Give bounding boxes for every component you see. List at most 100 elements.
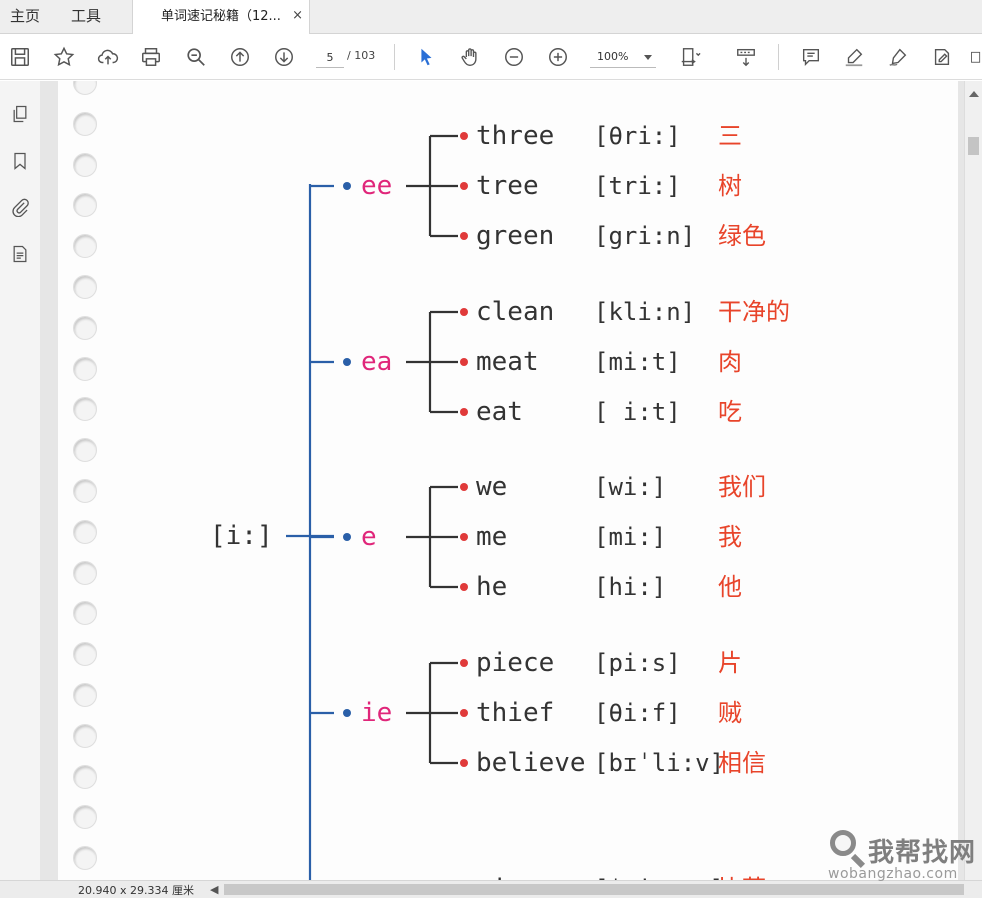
word-dot bbox=[460, 232, 468, 240]
pattern-dot bbox=[343, 182, 351, 190]
page-dimensions: 20.940 x 29.334 厘米 bbox=[78, 884, 194, 897]
phonetic-transcription: [tri:] bbox=[594, 172, 681, 200]
select-cursor-icon[interactable] bbox=[412, 43, 440, 71]
pattern-label: ie bbox=[361, 698, 393, 728]
zoom-in-icon[interactable] bbox=[544, 43, 572, 71]
zoom-out-search-icon[interactable] bbox=[182, 43, 210, 71]
word-meaning: 他 bbox=[718, 573, 742, 601]
vocabulary-word: piece bbox=[476, 648, 555, 678]
page-total: / 103 bbox=[347, 49, 376, 62]
tab-tools[interactable]: 工具 bbox=[71, 0, 101, 33]
pattern-label: ea bbox=[361, 347, 393, 377]
toolbar-divider bbox=[394, 44, 395, 70]
phonetic-transcription: [gri:n] bbox=[594, 222, 696, 250]
page-number-input[interactable] bbox=[316, 47, 344, 68]
phonetic-transcription: [kli:n] bbox=[594, 298, 696, 326]
phonetic-transcription: [mi:] bbox=[594, 523, 667, 551]
close-tab-icon[interactable]: × bbox=[292, 0, 303, 32]
tab-document-label: 单词速记秘籍（12... bbox=[161, 9, 281, 24]
word-dot bbox=[460, 583, 468, 591]
phonetic-transcription: [θi:f] bbox=[594, 699, 681, 727]
page-fit-icon[interactable] bbox=[676, 43, 704, 71]
scroll-mode-icon[interactable] bbox=[732, 43, 760, 71]
vocabulary-word: three bbox=[476, 121, 555, 151]
vocabulary-word: believe bbox=[476, 748, 586, 778]
scrollbar-thumb[interactable] bbox=[968, 137, 979, 155]
stamp-edit-icon[interactable] bbox=[928, 43, 956, 71]
word-meaning: 相信 bbox=[718, 749, 766, 777]
word-dot bbox=[460, 308, 468, 316]
vertical-scrollbar[interactable] bbox=[964, 81, 982, 881]
document-viewport[interactable]: [i:] ee three [θri:] 三 tree [tri:] 树 green [gri:… bbox=[40, 81, 964, 881]
attachment-icon[interactable] bbox=[7, 194, 33, 220]
word-dot bbox=[460, 659, 468, 667]
phonetic-transcription: [pi:s] bbox=[594, 649, 681, 677]
toolbar: / 103 100% bbox=[0, 34, 982, 80]
scroll-left-icon[interactable]: ◀ bbox=[210, 883, 218, 896]
pattern-dot bbox=[343, 358, 351, 366]
pages-thumbnail-icon[interactable] bbox=[7, 101, 33, 127]
document-page: [i:] ee three [θri:] 三 tree [tri:] 树 green [gri:… bbox=[58, 81, 958, 881]
word-meaning: 吃 bbox=[718, 398, 742, 426]
tab-home[interactable]: 主页 bbox=[10, 0, 40, 33]
word-dot bbox=[460, 709, 468, 717]
vocabulary-word: me bbox=[476, 522, 508, 552]
watermark-logo: 我帮找网 wobangzhao.com bbox=[826, 826, 982, 886]
document-properties-icon[interactable] bbox=[7, 241, 33, 267]
star-icon[interactable] bbox=[50, 43, 78, 71]
bookmark-icon[interactable] bbox=[7, 148, 33, 174]
word-meaning: 贼 bbox=[718, 699, 742, 727]
zoom-select[interactable]: 100% bbox=[590, 47, 656, 68]
pattern-label: ee bbox=[361, 171, 393, 201]
toolbar-divider bbox=[778, 44, 779, 70]
word-dot bbox=[460, 533, 468, 541]
hand-tool-icon[interactable] bbox=[456, 43, 484, 71]
word-meaning: 片 bbox=[718, 649, 742, 677]
cloud-upload-icon[interactable] bbox=[94, 43, 122, 71]
pattern-label: e bbox=[361, 522, 377, 552]
word-dot bbox=[460, 182, 468, 190]
pattern-dot bbox=[343, 533, 351, 541]
watermark-text-en: wobangzhao.com bbox=[828, 866, 958, 882]
vocabulary-word: we bbox=[476, 472, 508, 502]
chevron-down-icon bbox=[644, 55, 652, 60]
phonetic-transcription: [θri:] bbox=[594, 122, 681, 150]
word-dot bbox=[460, 408, 468, 416]
word-meaning: 树 bbox=[718, 172, 742, 200]
scroll-up-icon[interactable] bbox=[969, 91, 979, 97]
print-icon[interactable] bbox=[137, 43, 165, 71]
word-meaning: 我们 bbox=[718, 473, 766, 501]
next-page-icon[interactable] bbox=[270, 43, 298, 71]
tab-document[interactable]: 单词速记秘籍（12... × bbox=[132, 0, 310, 34]
save-icon[interactable] bbox=[6, 43, 34, 71]
previous-page-icon[interactable] bbox=[226, 43, 254, 71]
vocabulary-word: green bbox=[476, 221, 555, 251]
vocabulary-word: clean bbox=[476, 297, 555, 327]
vocabulary-word: eat bbox=[476, 397, 523, 427]
word-meaning: 我 bbox=[718, 523, 742, 551]
vocabulary-word: meat bbox=[476, 347, 539, 377]
phonetic-transcription: [mi:t] bbox=[594, 348, 681, 376]
word-dot bbox=[460, 483, 468, 491]
word-meaning: 肉 bbox=[718, 348, 742, 376]
draw-pen-icon[interactable] bbox=[884, 43, 912, 71]
phonetic-transcription: [bɪˈli:v] bbox=[594, 749, 725, 777]
word-meaning: 干净的 bbox=[718, 298, 790, 326]
highlighter-icon[interactable] bbox=[840, 43, 868, 71]
pattern-dot bbox=[343, 709, 351, 717]
phonetic-transcription: [wi:] bbox=[594, 473, 667, 501]
vocabulary-word: thief bbox=[476, 698, 555, 728]
watermark-text-cn: 我帮找网 bbox=[868, 838, 977, 868]
vocabulary-word: tree bbox=[476, 171, 539, 201]
phonetic-transcription: [hi:] bbox=[594, 573, 667, 601]
tab-bar: 主页 工具 单词速记秘籍（12... × bbox=[0, 0, 982, 34]
word-dot bbox=[460, 358, 468, 366]
zoom-value: 100% bbox=[597, 50, 629, 63]
word-dot bbox=[460, 759, 468, 767]
more-tools-icon[interactable] bbox=[968, 43, 982, 71]
root-phoneme: [i:] bbox=[210, 521, 273, 551]
comment-icon[interactable] bbox=[797, 43, 825, 71]
left-navigation-panel bbox=[0, 81, 41, 881]
phonetic-transcription: [ i:t] bbox=[594, 398, 681, 426]
zoom-out-icon[interactable] bbox=[500, 43, 528, 71]
